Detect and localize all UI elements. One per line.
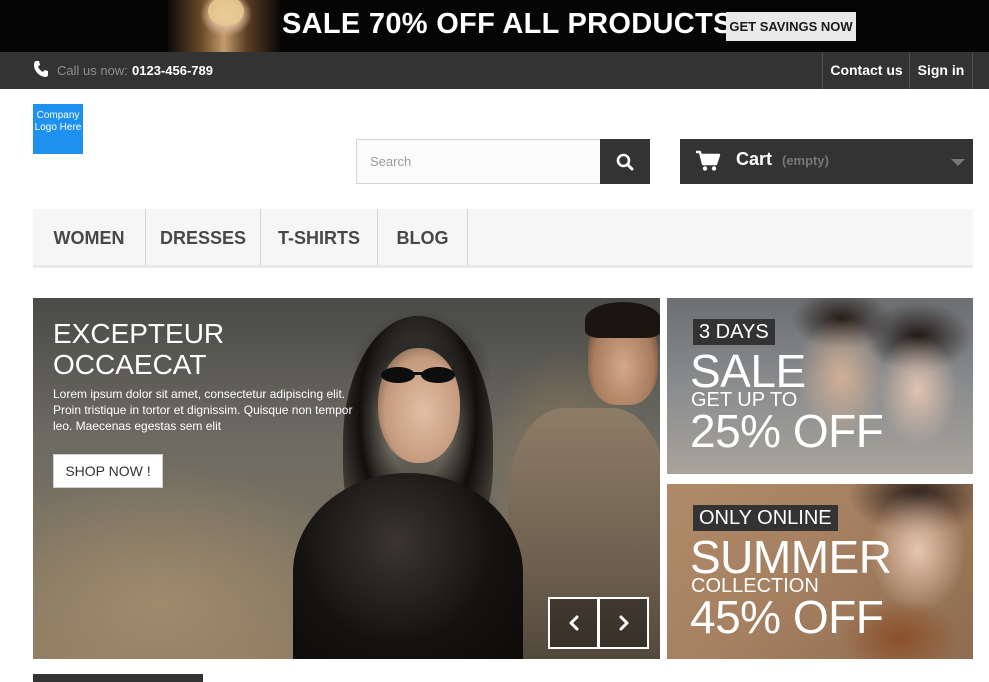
section-tab[interactable]: [33, 674, 203, 682]
menu-item-blog[interactable]: BLOG: [378, 209, 468, 265]
company-logo[interactable]: Company Logo Here: [33, 104, 83, 154]
promo-banner[interactable]: SALE 70% OFF ALL PRODUCTS GET SAVINGS NO…: [0, 0, 989, 52]
menu-item-women[interactable]: WOMEN: [33, 209, 146, 265]
caret-down-icon[interactable]: [951, 159, 965, 166]
promo-banner-summer[interactable]: ONLY ONLINE SUMMER COLLECTION 45% OFF: [667, 484, 973, 659]
hero-slider[interactable]: EXCEPTEUR OCCAECAT Lorem ipsum dolor sit…: [33, 298, 660, 659]
menu-item-dresses[interactable]: DRESSES: [146, 209, 261, 265]
hero-title-line-2: OCCAECAT: [53, 349, 207, 380]
banner-offer: 45% OFF: [690, 591, 884, 643]
banner-headline: SALE: [690, 345, 806, 397]
search-icon: [600, 153, 650, 171]
sunglasses-graphic: [381, 367, 455, 383]
banner-tag: ONLY ONLINE: [693, 505, 838, 531]
banner-headline: SUMMER: [690, 531, 892, 583]
main-menu: WOMEN DRESSES T-SHIRTS BLOG: [33, 209, 973, 268]
slider-prev-button[interactable]: [548, 597, 599, 649]
promo-banner-sale[interactable]: 3 DAYS SALE GET UP TO 25% OFF: [667, 298, 973, 474]
phone-icon: [33, 60, 49, 78]
get-savings-button[interactable]: GET SAVINGS NOW: [726, 12, 856, 41]
hero-description: Lorem ipsum dolor sit amet, consectetur …: [53, 387, 353, 433]
shop-now-button[interactable]: SHOP NOW !: [53, 454, 163, 488]
phone-number: 0123-456-789: [132, 63, 213, 78]
cart-icon: [695, 150, 721, 172]
call-us-label: Call us now:: [57, 63, 128, 78]
contact-us-link[interactable]: Contact us: [822, 52, 910, 89]
cart-status: (empty): [782, 153, 829, 168]
search-button[interactable]: [600, 139, 650, 184]
banner-offer: 25% OFF: [690, 405, 884, 457]
banner-tag: 3 DAYS: [693, 319, 775, 345]
hero-title: EXCEPTEUR OCCAECAT: [53, 318, 373, 380]
search-input[interactable]: [356, 139, 601, 184]
hero-woman-jacket: [293, 473, 523, 659]
sign-in-link[interactable]: Sign in: [909, 52, 973, 89]
hero-man-hair: [585, 302, 660, 338]
hero-title-line-1: EXCEPTEUR: [53, 318, 225, 349]
slider-next-button[interactable]: [598, 597, 649, 649]
cart-label: Cart: [736, 149, 773, 169]
menu-item-t-shirts[interactable]: T-SHIRTS: [261, 209, 378, 265]
cart-button[interactable]: Cart (empty): [680, 139, 973, 184]
top-nav: Call us now: 0123-456-789 Contact us Sig…: [0, 52, 989, 89]
promo-title: SALE 70% OFF ALL PRODUCTS: [282, 8, 733, 40]
